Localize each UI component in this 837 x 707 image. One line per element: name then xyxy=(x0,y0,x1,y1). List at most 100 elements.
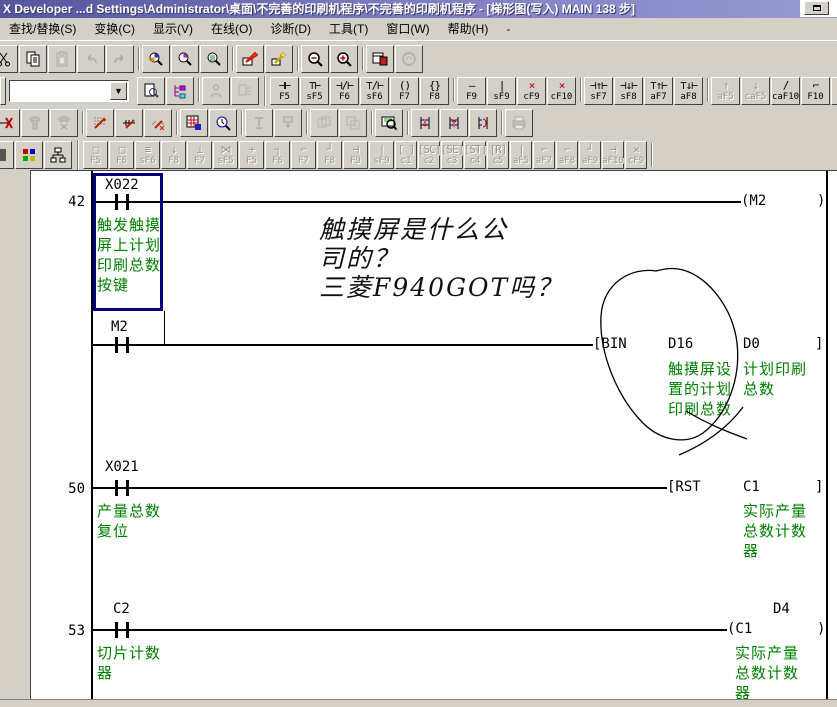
ladder-symbol-sF6-button[interactable]: ≡sF6 xyxy=(135,141,160,169)
fill-box-icon[interactable] xyxy=(0,141,14,169)
ladder-symbol-sF8-button[interactable]: ⊣↓⊢sF8 xyxy=(614,77,643,105)
zoom-in-icon[interactable] xyxy=(330,45,358,73)
device-list-icon[interactable] xyxy=(231,77,259,105)
ladder-symbol-caF5-button[interactable]: ↓caF5 xyxy=(741,77,770,105)
ladder-symbol-F7-button[interactable]: ⊥F7 xyxy=(187,141,212,169)
contact-c2[interactable] xyxy=(115,622,129,638)
find-instruction-icon[interactable] xyxy=(200,45,228,73)
ladder-symbol-sF6-button[interactable]: ⊤/⊢sF6 xyxy=(360,77,389,105)
menu-help[interactable]: 帮助(H) xyxy=(439,18,498,40)
ladder-symbol-F6-button[interactable]: ┐F6 xyxy=(265,141,290,169)
contact-x021[interactable] xyxy=(115,480,129,496)
ladder-generate-icon[interactable] xyxy=(86,109,114,137)
menu-online[interactable]: 在线(O) xyxy=(202,18,261,40)
ladder-symbol-cF9-button[interactable]: ×cF9 xyxy=(517,77,546,105)
find-device-icon[interactable] xyxy=(171,45,199,73)
window-next-icon[interactable] xyxy=(339,109,367,137)
ladder-symbol-aF5-button[interactable]: |aF5 xyxy=(510,141,532,169)
ladder-symbol-aF5-button[interactable]: ↑aF5 xyxy=(711,77,740,105)
device-search-combobox[interactable]: ▼ xyxy=(9,80,129,102)
stamp-icon[interactable] xyxy=(245,109,273,137)
data-tree-icon[interactable] xyxy=(44,141,72,169)
ladder-symbol-F6-button[interactable]: □F6 xyxy=(109,141,134,169)
device-test-icon[interactable] xyxy=(0,109,20,137)
ladder-symbol-F9-button[interactable]: —F9 xyxy=(457,77,486,105)
find-icon[interactable] xyxy=(142,45,170,73)
remote-stop-icon[interactable] xyxy=(50,109,78,137)
ladder-symbol-F7-button[interactable]: ⌐F7 xyxy=(291,141,316,169)
ladder-symbol-c5-button[interactable]: [R]c5 xyxy=(487,141,509,169)
program-find-icon[interactable] xyxy=(137,77,165,105)
device-comment-edit-icon[interactable] xyxy=(236,45,264,73)
time-find-icon[interactable] xyxy=(209,109,237,137)
ladder-symbol-F8-button[interactable]: {}F8 xyxy=(420,77,449,105)
window-prev-icon[interactable] xyxy=(310,109,338,137)
ladder-symbol-aF7-button[interactable]: ⌐aF7 xyxy=(533,141,555,169)
ladder-edit-area[interactable]: 42 X022 触发触摸 屏上计划 印刷总数 按键 (M2 ) 触摸屏是什么公 … xyxy=(30,170,837,699)
parameter-icon[interactable] xyxy=(202,77,230,105)
project-tree-icon[interactable] xyxy=(166,77,194,105)
ladder-symbol-caF10-button[interactable]: /caF10 xyxy=(771,77,800,105)
undo-icon[interactable] xyxy=(77,45,105,73)
menu-convert[interactable]: 变换(C) xyxy=(85,18,144,40)
ladder-symbol-F10-button[interactable]: ⌐F10 xyxy=(801,77,830,105)
titlebar-corner xyxy=(800,0,837,17)
ladder-symbol-aF10-button[interactable]: ⊣aF10 xyxy=(602,141,624,169)
ladder-symbol-c3-button[interactable]: [SE]c3 xyxy=(441,141,463,169)
chevron-down-icon[interactable]: ▼ xyxy=(110,82,127,100)
ladder-symbol-sF5-button[interactable]: ⊤⊢sF5 xyxy=(300,77,329,105)
zoom-out-icon[interactable] xyxy=(301,45,329,73)
ladder-symbol-F7-button[interactable]: ()F7 xyxy=(390,77,419,105)
ladder-symbol-sF9-button[interactable]: |sF9 xyxy=(369,141,394,169)
ladder-symbol-F6-button[interactable]: ⊣/⊢F6 xyxy=(330,77,359,105)
print-icon[interactable] xyxy=(505,109,533,137)
stamp-insert-icon[interactable] xyxy=(274,109,302,137)
ladder-symbol-F8-button[interactable]: ↓F8 xyxy=(161,141,186,169)
comment-display-icon[interactable] xyxy=(395,45,423,73)
menu-find-replace[interactable]: 查找/替换(S) xyxy=(0,18,85,40)
restore-window-button[interactable] xyxy=(804,1,829,15)
ladder-symbol-sF7-button[interactable]: ⊣↑⊢sF7 xyxy=(584,77,613,105)
ladder-symbol-c2-button[interactable]: [SC]c2 xyxy=(418,141,440,169)
ladder-symbol-sF9-button[interactable]: |sF9 xyxy=(487,77,516,105)
ladder-symbol-aF9-button[interactable]: ⌐aF9 xyxy=(831,77,837,105)
tile-window-icon[interactable] xyxy=(366,45,394,73)
ladder-symbol-F5-button[interactable]: □F5 xyxy=(83,141,108,169)
color-grid-icon[interactable] xyxy=(15,141,43,169)
copy-icon[interactable] xyxy=(19,45,47,73)
redo-icon[interactable] xyxy=(106,45,134,73)
ladder-symbol-aF8-button[interactable]: ⊤↓⊢aF8 xyxy=(674,77,703,105)
monitor-write-icon[interactable] xyxy=(469,109,497,137)
ladder-symbol-aF7-button[interactable]: ⊤↑⊢aF7 xyxy=(644,77,673,105)
menu-view[interactable]: 显示(V) xyxy=(144,18,202,40)
cut-icon[interactable] xyxy=(0,45,18,73)
statement-edit-icon[interactable] xyxy=(265,45,293,73)
title-bar[interactable]: X Developer ...d Settings\Administrator\… xyxy=(0,0,837,18)
menu-tools[interactable]: 工具(T) xyxy=(320,18,377,40)
ladder-symbol-F9-button[interactable]: ⊣F9 xyxy=(343,141,368,169)
ladder-symbol-F5-button[interactable]: ⊣⊢F5 xyxy=(270,77,299,105)
contact-m2[interactable] xyxy=(115,337,129,353)
ladder-symbol-aF8-button[interactable]: ⌐aF8 xyxy=(556,141,578,169)
monitor-find-icon[interactable] xyxy=(375,109,403,137)
paste-icon[interactable] xyxy=(48,45,76,73)
remote-run-icon[interactable] xyxy=(21,109,49,137)
fkey-label: c1 xyxy=(401,156,412,166)
contact-coil-usage-icon[interactable] xyxy=(180,109,208,137)
ladder-symbol-F8-button[interactable]: ┘F8 xyxy=(317,141,342,169)
ladder-symbol-c4-button[interactable]: [ST]c4 xyxy=(464,141,486,169)
ladder-symbol-cF9-button[interactable]: ×cF9 xyxy=(625,141,647,169)
ladder-symbol-cF10-button[interactable]: ×cF10 xyxy=(547,77,576,105)
monitor-stop-icon[interactable] xyxy=(440,109,468,137)
fkey-label: F7 xyxy=(298,156,309,166)
ladder-delete-icon[interactable] xyxy=(144,109,172,137)
ladder-symbol-sF5-button[interactable]: ⋈sF5 xyxy=(213,141,238,169)
menu-window[interactable]: 窗口(W) xyxy=(377,18,438,40)
ladder-edit-icon[interactable] xyxy=(115,109,143,137)
toolbar-separator xyxy=(404,110,411,136)
ladder-symbol-aF9-button[interactable]: ┘aF9 xyxy=(579,141,601,169)
ladder-symbol-c1-button[interactable]: [ ]c1 xyxy=(395,141,417,169)
ladder-symbol-F5-button[interactable]: +F5 xyxy=(239,141,264,169)
monitor-start-icon[interactable] xyxy=(411,109,439,137)
menu-diagnostics[interactable]: 诊断(D) xyxy=(261,18,320,40)
